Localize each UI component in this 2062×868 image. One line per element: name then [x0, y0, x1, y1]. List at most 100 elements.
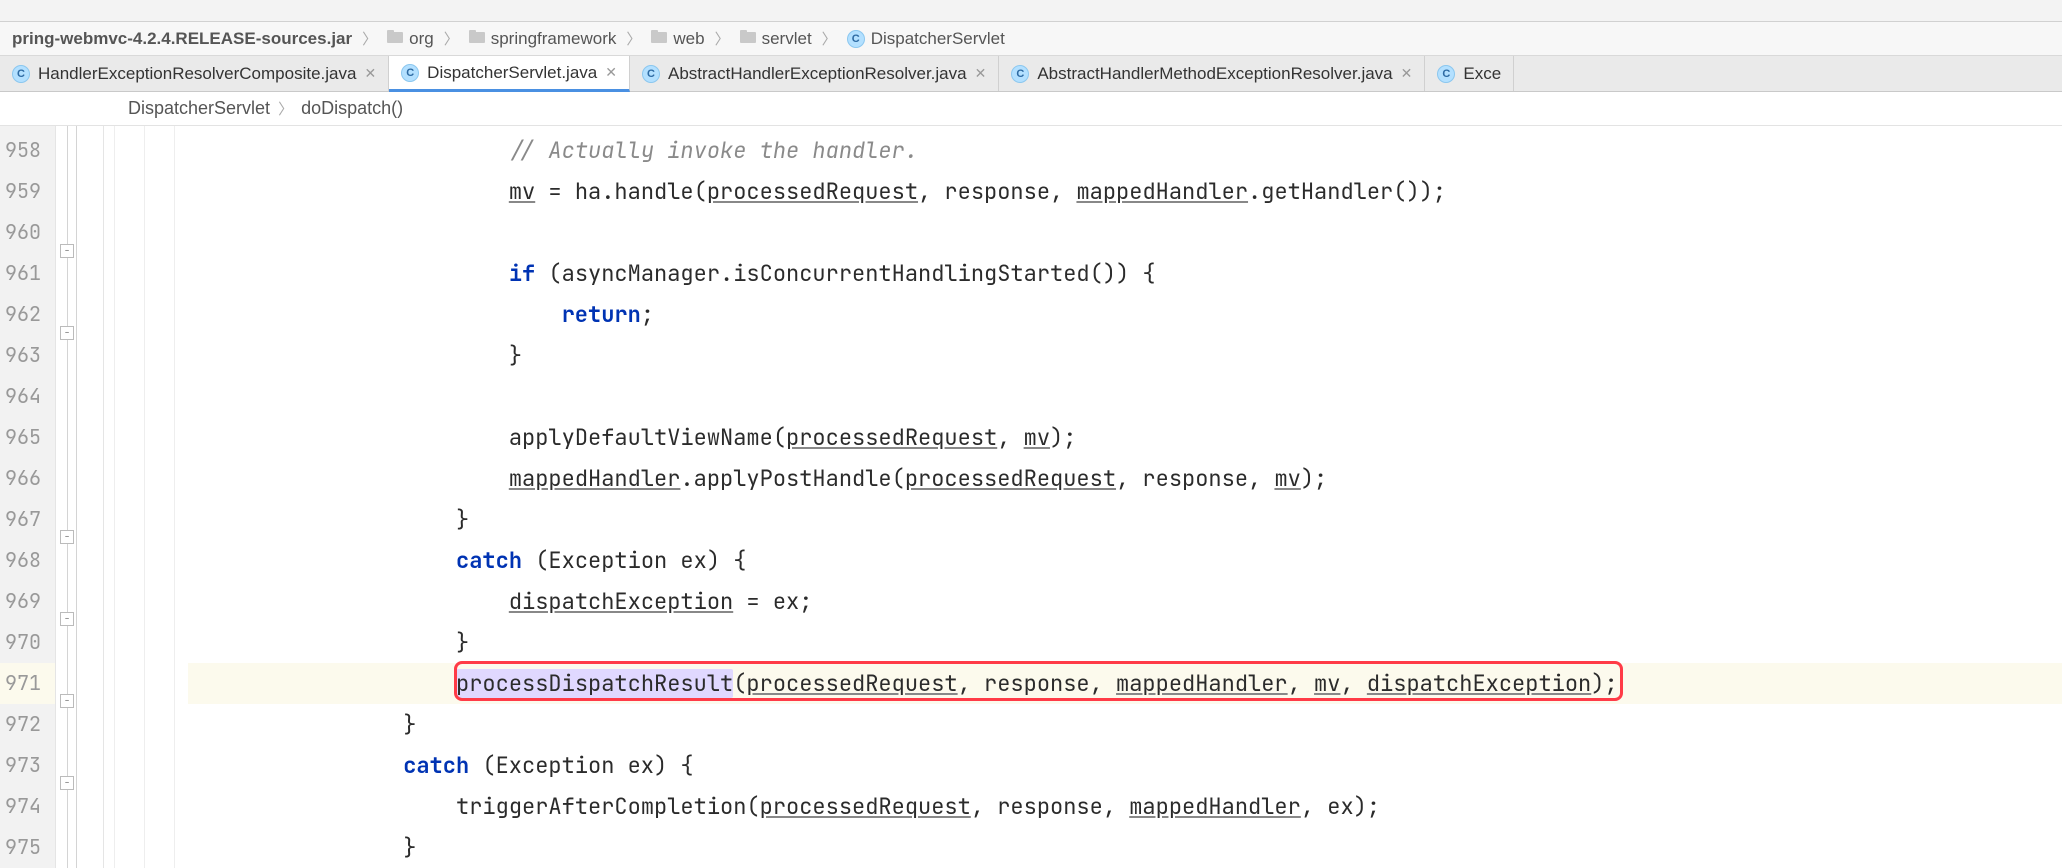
code-token: mv — [1274, 464, 1300, 493]
fold-toggle-icon[interactable]: − — [60, 612, 74, 626]
code-token: (Exception ex) { — [482, 751, 693, 780]
line-number: 958 — [0, 130, 55, 171]
class-icon: C — [1011, 65, 1029, 83]
editor-tabs: CHandlerExceptionResolverComposite.java✕… — [0, 56, 2062, 92]
code-token: catch — [403, 751, 482, 780]
code-line[interactable]: } — [188, 704, 2062, 745]
line-number: 972 — [0, 704, 55, 745]
close-icon[interactable]: ✕ — [1401, 65, 1413, 82]
fold-toggle-icon[interactable]: − — [60, 776, 74, 790]
fold-toggle-icon[interactable]: − — [60, 326, 74, 340]
tab-label: AbstractHandlerExceptionResolver.java — [668, 64, 967, 84]
code-line[interactable]: } — [188, 499, 2062, 540]
code-line[interactable]: if (asyncManager.isConcurrentHandlingSta… — [188, 253, 2062, 294]
line-number: 969 — [0, 581, 55, 622]
breadcrumb-label: web — [673, 29, 704, 49]
breadcrumb-label: org — [409, 29, 434, 49]
line-number: 973 — [0, 745, 55, 786]
structure-crumb: DispatcherServlet 〉 doDispatch() — [0, 92, 2062, 126]
code-token: ); — [1301, 464, 1327, 493]
code-line[interactable] — [188, 376, 2062, 417]
line-number: 963 — [0, 335, 55, 376]
class-icon: C — [401, 64, 419, 82]
code-line[interactable]: triggerAfterCompletion(processedRequest,… — [188, 786, 2062, 827]
editor[interactable]: 9589599609619629639649659669679689699709… — [0, 126, 2062, 868]
line-number: 964 — [0, 376, 55, 417]
code-token: ); — [1050, 423, 1076, 452]
fold-gutter[interactable]: − − − − − − — [56, 126, 104, 868]
editor-tab[interactable]: C AbstractHandlerExceptionResolver.java ✕ — [630, 56, 999, 91]
folder-icon — [651, 29, 667, 49]
line-number: 961 — [0, 253, 55, 294]
code-token: processedRequest — [786, 423, 997, 452]
crumb-method[interactable]: doDispatch() — [301, 98, 403, 119]
breadcrumb-jar[interactable]: pring-webmvc-4.2.4.RELEASE-sources.jar — [8, 29, 356, 49]
close-icon[interactable]: ✕ — [364, 65, 376, 82]
toolbar — [0, 0, 2062, 22]
line-number: 975 — [0, 827, 55, 868]
code-line[interactable] — [188, 212, 2062, 253]
crumb-class[interactable]: DispatcherServlet — [128, 98, 270, 119]
class-icon: C — [847, 30, 865, 48]
code-line[interactable]: catch (Exception ex) { — [188, 745, 2062, 786]
code-token: .getHandler()); — [1248, 177, 1446, 206]
code-token: processedRequest — [760, 792, 971, 821]
editor-tab[interactable]: CHandlerExceptionResolverComposite.java✕ — [0, 56, 389, 91]
breadcrumb-class[interactable]: C DispatcherServlet — [843, 29, 1009, 49]
fold-toggle-icon[interactable]: − — [60, 694, 74, 708]
breadcrumb-jar-label: pring-webmvc-4.2.4.RELEASE-sources.jar — [12, 29, 352, 49]
chevron-right-icon: 〉 — [624, 28, 643, 49]
breadcrumb-folder-org[interactable]: org — [383, 29, 438, 49]
folder-icon — [387, 29, 403, 49]
breadcrumb-label: servlet — [762, 29, 812, 49]
breadcrumb-folder-web[interactable]: web — [647, 29, 708, 49]
code-token: mv — [1314, 669, 1340, 698]
code-line[interactable]: applyDefaultViewName(processedRequest, m… — [188, 417, 2062, 458]
code-token: (asyncManager.isConcurrentHandlingStarte… — [548, 259, 1155, 288]
code-token: , — [1340, 669, 1366, 698]
fold-toggle-icon[interactable]: − — [60, 530, 74, 544]
line-number: 967 — [0, 499, 55, 540]
class-icon: C — [642, 65, 660, 83]
editor-tab[interactable]: CAbstractHandlerMethodExceptionResolver.… — [999, 56, 1425, 91]
code-line[interactable]: } — [188, 827, 2062, 868]
fold-toggle-icon[interactable]: − — [60, 244, 74, 258]
tab-label: DispatcherServlet.java — [427, 63, 597, 83]
editor-tab[interactable]: CExce — [1425, 56, 1514, 91]
class-icon: C — [12, 65, 30, 83]
code-token: } — [456, 505, 469, 534]
code-line[interactable]: mappedHandler.applyPostHandle(processedR… — [188, 458, 2062, 499]
code-token: mappedHandler — [1116, 669, 1288, 698]
code-token: processedRequest — [707, 177, 918, 206]
close-icon[interactable]: ✕ — [605, 64, 617, 81]
code-line[interactable]: // Actually invoke the handler. — [188, 130, 2062, 171]
code-token: , response, — [971, 792, 1129, 821]
code-line[interactable]: catch (Exception ex) { — [188, 540, 2062, 581]
code-line[interactable]: mv = ha.handle(processedRequest, respons… — [188, 171, 2062, 212]
chevron-right-icon: 〉 — [713, 28, 732, 49]
chevron-right-icon: 〉 — [820, 28, 839, 49]
code-line[interactable]: processDispatchResult(processedRequest, … — [188, 663, 2062, 704]
code-token: processDispatchResult — [456, 669, 733, 698]
folder-icon — [469, 29, 485, 49]
code-token: = ex; — [733, 587, 812, 616]
code-token: mappedHandler — [1129, 792, 1301, 821]
code-line[interactable]: dispatchException = ex; — [188, 581, 2062, 622]
code-token: ( — [733, 669, 746, 698]
line-number-gutter: 9589599609619629639649659669679689699709… — [0, 126, 56, 868]
code-token: // Actually invoke the handler. — [509, 136, 918, 165]
chevron-right-icon: 〉 — [360, 28, 379, 49]
code-line[interactable]: } — [188, 622, 2062, 663]
line-number: 959 — [0, 171, 55, 212]
code-token: ; — [641, 300, 654, 329]
line-number: 960 — [0, 212, 55, 253]
code-line[interactable]: return; — [188, 294, 2062, 335]
close-icon[interactable]: ✕ — [975, 65, 987, 82]
code-token: dispatchException — [509, 587, 733, 616]
editor-tab[interactable]: C DispatcherServlet.java ✕ — [389, 56, 630, 92]
folder-icon — [740, 29, 756, 49]
code-line[interactable]: } — [188, 335, 2062, 376]
breadcrumb-folder-servlet[interactable]: servlet — [736, 29, 816, 49]
breadcrumb-folder-springframework[interactable]: springframework — [465, 29, 621, 49]
code-area[interactable]: // Actually invoke the handler. mv = ha.… — [188, 126, 2062, 868]
